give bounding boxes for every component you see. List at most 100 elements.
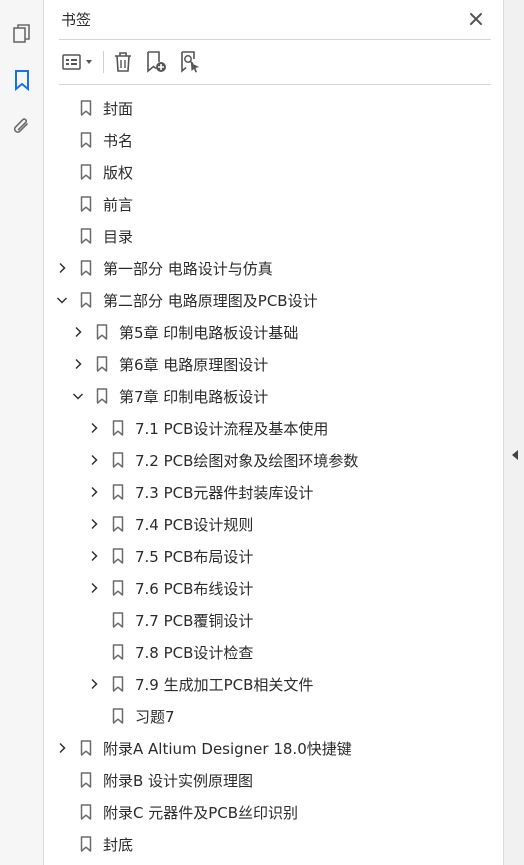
bookmark-label: 前言	[103, 195, 134, 214]
bookmark-label: 第一部分 电路设计与仿真	[103, 259, 273, 278]
bookmark-icon	[79, 195, 93, 213]
bookmark-label: 7.5 PCB布局设计	[135, 547, 254, 566]
chevron-right-icon[interactable]	[87, 581, 101, 595]
bookmark-icon	[111, 547, 125, 565]
chevron-right-icon[interactable]	[87, 517, 101, 531]
bookmark-item[interactable]: 第5章 印制电路板设计基础	[71, 316, 298, 348]
bookmark-label: 第5章 印制电路板设计基础	[119, 323, 299, 342]
bookmark-icon	[111, 451, 125, 469]
chevron-right-icon[interactable]	[55, 741, 69, 755]
bookmark-icon	[111, 419, 125, 437]
bookmark-label: 目录	[103, 227, 134, 246]
bookmark-icon	[111, 483, 125, 501]
find-bookmark-icon[interactable]	[177, 48, 203, 76]
bookmark-icon	[79, 163, 93, 181]
bookmark-item[interactable]: 第6章 电路原理图设计	[71, 348, 268, 380]
bookmarks-icon[interactable]	[8, 66, 36, 94]
chevron-down-icon[interactable]	[55, 293, 69, 307]
bookmarks-panel: 书签 封面书名版权前言目录第一部分 电路设计与仿真第二部分 电路原理图及PCB设…	[45, 0, 503, 865]
attachments-icon[interactable]	[8, 112, 36, 140]
bookmark-item[interactable]: 7.4 PCB设计规则	[87, 508, 253, 540]
bookmark-item[interactable]: 前言	[55, 188, 133, 220]
bookmark-icon	[79, 291, 93, 309]
bookmark-item[interactable]: 版权	[55, 156, 133, 188]
bookmark-icon	[95, 387, 109, 405]
panel-title: 书签	[61, 11, 92, 29]
chevron-right-icon[interactable]	[87, 421, 101, 435]
bookmark-label: 封底	[103, 835, 134, 854]
panel-splitter[interactable]	[503, 0, 524, 865]
bookmark-label: 7.4 PCB设计规则	[135, 515, 254, 534]
bookmark-label: 7.7 PCB覆铜设计	[135, 611, 254, 630]
bookmark-label: 版权	[103, 163, 134, 182]
bookmarks-toolbar	[59, 46, 491, 78]
bookmark-icon	[79, 227, 93, 245]
delete-bookmark-icon[interactable]	[111, 48, 135, 76]
toolbar-divider	[59, 84, 491, 85]
bookmark-label: 第二部分 电路原理图及PCB设计	[103, 291, 318, 310]
bookmark-item[interactable]: 习题7	[87, 700, 175, 732]
bookmark-item[interactable]: 7.5 PCB布局设计	[87, 540, 253, 572]
bookmark-label: 习题7	[135, 707, 175, 726]
options-menu-button[interactable]	[59, 48, 97, 76]
chevron-right-icon[interactable]	[55, 261, 69, 275]
bookmark-item[interactable]: 附录A Altium Designer 18.0快捷键	[55, 732, 352, 764]
bookmark-label: 附录B 设计实例原理图	[103, 771, 254, 790]
bookmark-icon	[79, 835, 93, 853]
bookmark-icon	[111, 611, 125, 629]
bookmark-icon	[111, 707, 125, 725]
collapse-panel-icon[interactable]	[510, 447, 520, 463]
bookmark-label: 第7章 印制电路板设计	[119, 387, 269, 406]
bookmark-label: 7.8 PCB设计检查	[135, 643, 254, 662]
bookmark-item[interactable]: 书名	[55, 124, 133, 156]
bookmark-icon	[111, 515, 125, 533]
bookmark-item[interactable]: 7.3 PCB元器件封装库设计	[87, 476, 313, 508]
bookmark-label: 封面	[103, 99, 134, 118]
close-icon[interactable]	[465, 8, 487, 30]
bookmark-item[interactable]: 第二部分 电路原理图及PCB设计	[55, 284, 318, 316]
chevron-down-icon[interactable]	[71, 389, 85, 403]
bookmark-label: 7.2 PCB绘图对象及绘图环境参数	[135, 451, 359, 470]
bookmark-item[interactable]: 封底	[55, 828, 133, 860]
toolbar-separator	[103, 51, 104, 73]
bookmark-icon	[79, 739, 93, 757]
bookmark-label: 7.1 PCB设计流程及基本使用	[135, 419, 329, 438]
bookmark-icon	[111, 579, 125, 597]
bookmark-label: 7.6 PCB布线设计	[135, 579, 254, 598]
bookmark-item[interactable]: 第一部分 电路设计与仿真	[55, 252, 273, 284]
chevron-right-icon[interactable]	[71, 325, 85, 339]
bookmark-item[interactable]: 7.6 PCB布线设计	[87, 572, 253, 604]
bookmark-item[interactable]: 目录	[55, 220, 133, 252]
pages-icon[interactable]	[8, 20, 36, 48]
left-tool-rail	[0, 0, 44, 865]
bookmark-item[interactable]: 附录B 设计实例原理图	[55, 764, 253, 796]
bookmark-icon	[95, 323, 109, 341]
bookmark-icon	[111, 643, 125, 661]
bookmark-label: 附录C 元器件及PCB丝印识别	[103, 803, 299, 822]
new-bookmark-icon[interactable]	[143, 48, 169, 76]
bookmark-item[interactable]: 7.1 PCB设计流程及基本使用	[87, 412, 328, 444]
chevron-right-icon[interactable]	[87, 485, 101, 499]
bookmark-item[interactable]: 第7章 印制电路板设计	[71, 380, 268, 412]
bookmark-icon	[79, 803, 93, 821]
bookmark-item[interactable]: 7.2 PCB绘图对象及绘图环境参数	[87, 444, 358, 476]
chevron-right-icon[interactable]	[87, 549, 101, 563]
header-divider	[59, 39, 491, 40]
chevron-right-icon[interactable]	[71, 357, 85, 371]
chevron-right-icon[interactable]	[87, 453, 101, 467]
bookmark-item[interactable]: 7.7 PCB覆铜设计	[87, 604, 253, 636]
bookmark-item[interactable]: 封面	[55, 92, 133, 124]
bookmark-label: 附录A Altium Designer 18.0快捷键	[103, 739, 352, 758]
bookmark-icon	[79, 131, 93, 149]
bookmark-label: 书名	[103, 131, 134, 150]
bookmark-icon	[95, 355, 109, 373]
bookmark-item[interactable]: 7.9 生成加工PCB相关文件	[87, 668, 313, 700]
bookmark-icon	[79, 771, 93, 789]
bookmark-item[interactable]: 7.8 PCB设计检查	[87, 636, 253, 668]
bookmark-item[interactable]: 附录C 元器件及PCB丝印识别	[55, 796, 298, 828]
bookmark-label: 7.3 PCB元器件封装库设计	[135, 483, 314, 502]
bookmark-label: 第6章 电路原理图设计	[119, 355, 269, 374]
bookmark-label: 7.9 生成加工PCB相关文件	[135, 675, 314, 694]
chevron-right-icon[interactable]	[87, 677, 101, 691]
bookmark-icon	[111, 675, 125, 693]
